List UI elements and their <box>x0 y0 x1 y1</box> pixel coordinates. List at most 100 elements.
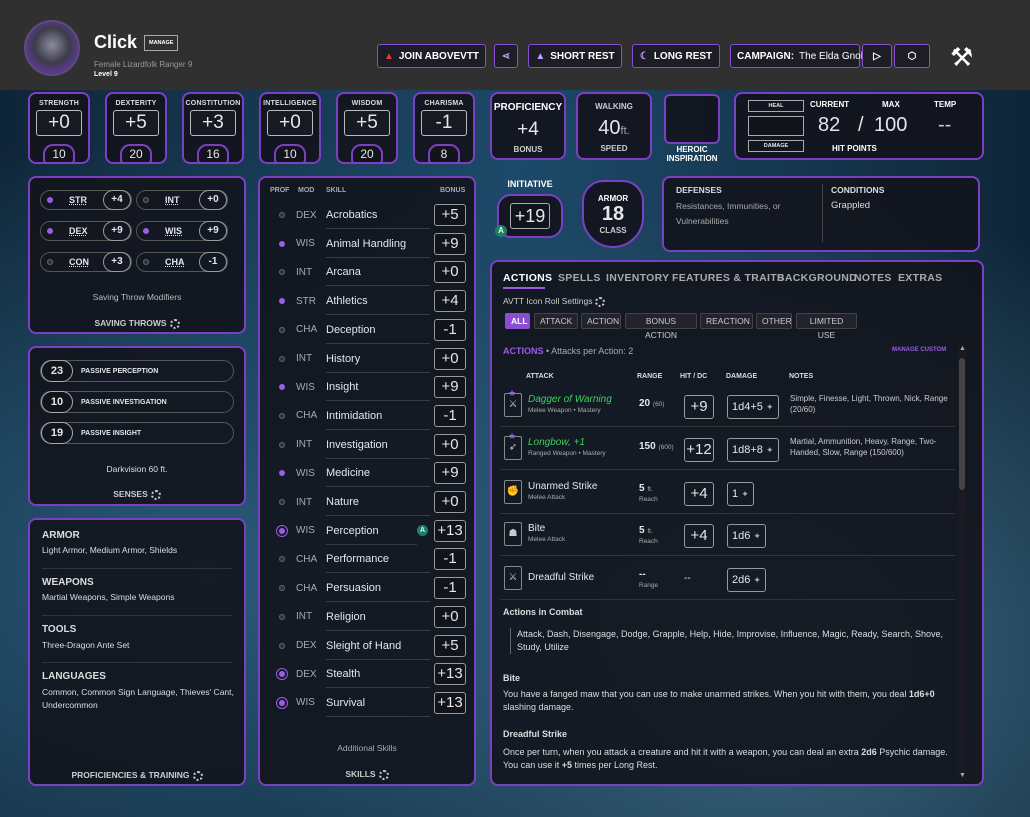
tab-notes[interactable]: NOTES <box>854 272 892 284</box>
skill-row[interactable]: WIS Insight +9 <box>268 373 466 402</box>
skill-row[interactable]: WIS Medicine +9 <box>268 459 466 488</box>
skill-row[interactable]: WIS Perception A +13 <box>268 517 466 545</box>
skill-row[interactable]: CHA Performance -1 <box>268 545 466 574</box>
tab-spells[interactable]: SPELLS <box>558 272 601 284</box>
temp-hp[interactable]: -- <box>938 114 951 137</box>
damage-button[interactable]: 1d4+5 ✦ <box>727 395 779 419</box>
passive-sense[interactable]: 10 PASSIVE INVESTIGATION <box>40 391 234 413</box>
skill-row[interactable]: CHA Intimidation -1 <box>268 402 466 430</box>
save-cha[interactable]: CHA -1 <box>136 252 228 272</box>
scroll-up-icon[interactable]: ▲ <box>959 345 966 352</box>
expertise-icon <box>276 524 288 537</box>
tab-actions[interactable]: ACTIONS <box>503 272 552 284</box>
max-hp: 100 <box>874 114 908 136</box>
skill-row[interactable]: DEX Stealth +13 <box>268 660 466 689</box>
conditions-title[interactable]: CONDITIONS <box>831 185 884 195</box>
ability-wisdom[interactable]: WISDOM +5 20 <box>336 92 398 164</box>
save-dex[interactable]: DEX +9 <box>40 221 132 241</box>
filter-limited-use[interactable]: LIMITED USE <box>796 313 857 340</box>
damage-type-icon: ✦ <box>753 531 761 541</box>
skill-row[interactable]: INT Religion +0 <box>268 603 466 631</box>
manage-custom-link[interactable]: MANAGE CUSTOM <box>892 347 946 353</box>
hp-amount-input[interactable] <box>748 116 804 136</box>
damage-button[interactable]: 1 ✦ <box>727 482 754 506</box>
manage-button[interactable]: MANAGE <box>144 35 179 51</box>
hit-button[interactable]: +4 <box>684 524 714 548</box>
filter-all[interactable]: ALL <box>505 313 530 329</box>
divider <box>42 615 232 616</box>
ability-intelligence[interactable]: INTELLIGENCE +0 10 <box>259 92 321 164</box>
share-button[interactable]: ⋖ <box>494 44 518 68</box>
combat-actions-list[interactable]: Attack, Dash, Disengage, Dodge, Grapple,… <box>510 628 950 654</box>
skill-row[interactable]: WIS Survival +13 <box>268 689 466 717</box>
skill-row[interactable]: DEX Sleight of Hand +5 <box>268 632 466 660</box>
attack-row[interactable]: ⚔ Dreadful Strike -- Range -- 2d6 ✦ <box>500 558 955 600</box>
dice-button[interactable]: ⬡ <box>894 44 930 68</box>
skill-row[interactable]: STR Athletics +4 <box>268 287 466 316</box>
gear-icon[interactable] <box>169 318 180 329</box>
avatar[interactable] <box>24 20 80 76</box>
tab-inventory[interactable]: INVENTORY <box>606 272 669 284</box>
attack-row[interactable]: ⚔ ★ Dagger of Warning Melee Weapon • Mas… <box>500 385 955 427</box>
tab-features-traits[interactable]: FEATURES & TRAITS <box>672 272 784 284</box>
attack-row[interactable]: ☗ Bite Melee Attack 5 ft. Reach +4 1d6 ✦ <box>500 514 955 556</box>
gear-icon[interactable] <box>378 769 389 780</box>
passive-sense[interactable]: 19 PASSIVE INSIGHT <box>40 422 234 444</box>
short-rest-button[interactable]: ▲ SHORT REST <box>528 44 622 68</box>
avtt-settings[interactable]: AVTT Icon Roll Settings <box>503 296 606 307</box>
anvil-logo-icon[interactable]: ⚒ <box>950 42 973 73</box>
gear-icon[interactable] <box>150 489 161 500</box>
ability-strength[interactable]: STRENGTH +0 10 <box>28 92 90 164</box>
join-abovevtt-button[interactable]: ▲ JOIN ABOVEVTT <box>377 44 486 68</box>
gear-icon[interactable] <box>192 770 203 781</box>
filter-attack[interactable]: ATTACK <box>534 313 578 329</box>
heroic-inspiration[interactable] <box>664 94 720 144</box>
damage-button[interactable]: 1d6 ✦ <box>727 524 766 548</box>
current-hp[interactable]: 82 <box>818 114 840 137</box>
weapon-icon: ☗ <box>504 522 522 546</box>
ability-charisma[interactable]: CHARISMA -1 8 <box>413 92 475 164</box>
cube-icon: ⬡ <box>907 50 917 62</box>
actions-heading: ACTIONS • Attacks per Action: 2 <box>503 346 634 356</box>
skill-row[interactable]: INT Investigation +0 <box>268 431 466 459</box>
tab-extras[interactable]: EXTRAS <box>898 272 942 284</box>
long-rest-button[interactable]: ☾ LONG REST <box>632 44 720 68</box>
scrollbar-thumb[interactable] <box>959 358 965 490</box>
hit-button[interactable]: +12 <box>684 438 714 462</box>
save-str[interactable]: STR +4 <box>40 190 132 210</box>
skill-row[interactable]: INT Nature +0 <box>268 488 466 516</box>
heal-button[interactable]: HEAL <box>748 100 804 112</box>
attack-row[interactable]: ✊ Unarmed Strike Melee Attack 5 ft. Reac… <box>500 472 955 514</box>
filter-reaction[interactable]: REACTION <box>700 313 753 329</box>
damage-button[interactable]: DAMAGE <box>748 140 804 152</box>
ability-constitution[interactable]: CONSTITUTION +3 16 <box>182 92 244 164</box>
skill-row[interactable]: INT Arcana +0 <box>268 258 466 287</box>
abovevtt-icon: ▲ <box>383 50 394 62</box>
passive-sense[interactable]: 23 PASSIVE PERCEPTION <box>40 360 234 382</box>
heroic-inspiration-label: HEROIC INSPIRATION <box>666 145 718 163</box>
save-wis[interactable]: WIS +9 <box>136 221 228 241</box>
save-int[interactable]: INT +0 <box>136 190 228 210</box>
filter-bonus-action[interactable]: BONUS ACTION <box>625 313 697 340</box>
ability-dexterity[interactable]: DEXTERITY +5 20 <box>105 92 167 164</box>
campaign-button[interactable]: CAMPAIGN: The Elda Gnolls <box>730 44 870 68</box>
skill-row[interactable]: CHA Deception -1 <box>268 316 466 344</box>
hit-button[interactable]: +9 <box>684 395 714 419</box>
skill-row[interactable]: WIS Animal Handling +9 <box>268 230 466 258</box>
skill-row[interactable]: CHA Persuasion -1 <box>268 574 466 603</box>
tab-background[interactable]: BACKGROUND <box>777 272 857 284</box>
attack-row[interactable]: ➶ ★ Longbow, +1 Ranged Weapon • Mastery … <box>500 428 955 470</box>
filter-other[interactable]: OTHER <box>756 313 792 329</box>
skill-row[interactable]: INT History +0 <box>268 345 466 373</box>
skill-row[interactable]: DEX Acrobatics +5 <box>268 201 466 229</box>
hit-button[interactable]: +4 <box>684 482 714 506</box>
proficiencies-panel <box>28 518 246 786</box>
filter-action[interactable]: ACTION <box>581 313 621 329</box>
play-button[interactable]: ▷ <box>862 44 892 68</box>
scroll-down-icon[interactable]: ▼ <box>959 772 966 779</box>
damage-button[interactable]: 1d8+8 ✦ <box>727 438 779 462</box>
senses-title: SENSES <box>28 489 246 500</box>
damage-button[interactable]: 2d6 ✦ <box>727 568 766 592</box>
save-con[interactable]: CON +3 <box>40 252 132 272</box>
defenses-title[interactable]: DEFENSES <box>676 185 722 195</box>
